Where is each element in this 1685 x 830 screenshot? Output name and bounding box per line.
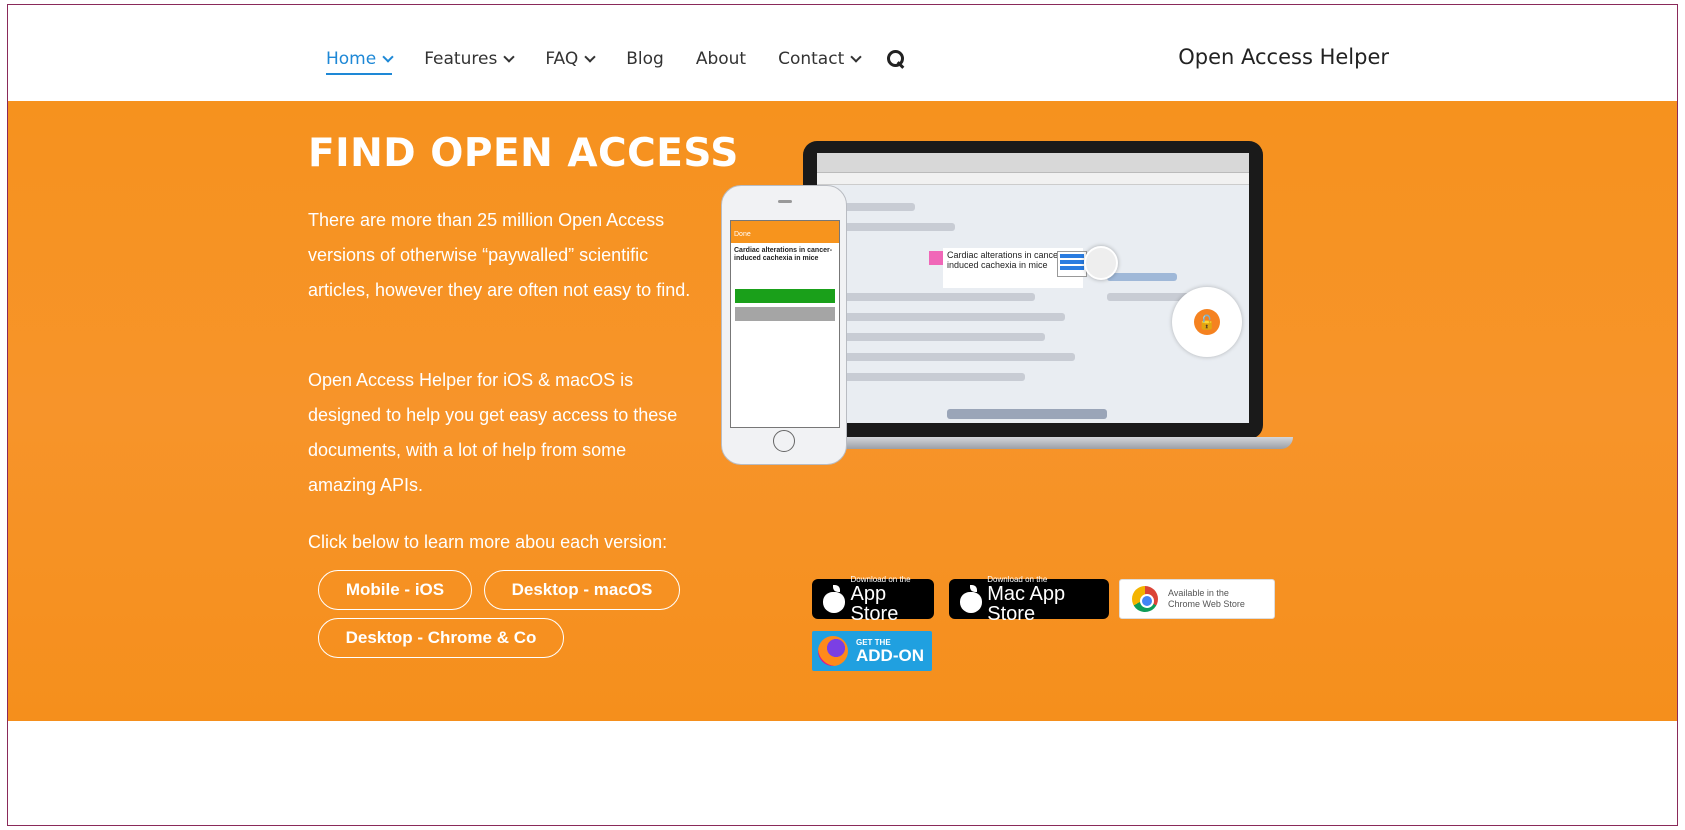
phone-home-button — [773, 430, 795, 452]
nav-contact[interactable]: Contact — [778, 49, 862, 69]
nav-blog[interactable]: Blog — [626, 49, 664, 69]
site-header: Home Features FAQ Blog About Contact Ope… — [8, 5, 1677, 101]
hero-section: FIND OPEN ACCESS There are more than 25 … — [8, 101, 1677, 721]
chevron-down-icon — [382, 50, 394, 63]
apple-icon — [822, 585, 845, 613]
blurred-text — [835, 223, 955, 231]
oa-zoom-circle: 🔓 — [1172, 287, 1242, 357]
main-nav: Home Features FAQ Blog About Contact — [326, 43, 906, 75]
chevron-down-icon — [850, 50, 862, 63]
chevron-down-icon — [503, 50, 515, 63]
chrome-web-store-badge[interactable]: Available in the Chrome Web Store — [1119, 579, 1275, 619]
firefox-icon — [818, 636, 848, 666]
blurred-text — [835, 313, 1065, 321]
mobile-ios-button[interactable]: Mobile - iOS — [318, 570, 472, 610]
phone-screen: Done Cardiac alterations in cancer-induc… — [730, 220, 840, 428]
apple-icon — [959, 585, 983, 613]
phone-open-button — [735, 289, 835, 303]
mac-app-store-badge[interactable]: Download on the Mac App Store — [949, 575, 1109, 624]
site-title[interactable]: Open Access Helper — [1178, 45, 1389, 69]
oa-popup-badge — [1057, 251, 1087, 277]
desktop-chrome-button[interactable]: Desktop - Chrome & Co — [318, 618, 564, 658]
blurred-text — [835, 373, 1025, 381]
phone-citation — [731, 265, 839, 273]
hero-paragraph-description: Open Access Helper for iOS & macOS is de… — [308, 370, 678, 495]
dock — [947, 409, 1107, 419]
phone-mockup-image: Done Cardiac alterations in cancer-induc… — [721, 185, 847, 465]
desktop-macos-button[interactable]: Desktop - macOS — [484, 570, 680, 610]
magnifier-icon — [1084, 246, 1118, 280]
nav-features[interactable]: Features — [424, 49, 515, 69]
phone-oa-note — [731, 273, 839, 281]
browser-bookmarks — [817, 173, 1249, 185]
blurred-text — [835, 293, 1035, 301]
app-store-big: App Store — [850, 582, 899, 625]
chrome-icon — [1132, 586, 1158, 612]
article-title: Cardiac alterations in cancer-induced ca… — [947, 250, 1065, 270]
nav-features-label: Features — [424, 49, 498, 69]
firefox-addon-badge[interactable]: GET THE ADD-ON — [812, 631, 932, 671]
laptop-base — [783, 437, 1293, 449]
mac-app-store-big: Mac App Store — [987, 582, 1066, 625]
blurred-text — [835, 353, 1075, 361]
phone-done-label: Done — [731, 231, 839, 243]
phone-article-title: Cardiac alterations in cancer-induced ca… — [734, 247, 833, 262]
phone-footer-link — [731, 325, 839, 331]
hero-paragraph-cta: Click below to learn more abou each vers… — [308, 532, 668, 552]
nav-faq-label: FAQ — [545, 49, 579, 69]
nav-home[interactable]: Home — [326, 49, 394, 75]
nav-about[interactable]: About — [696, 49, 746, 69]
article-thumbnail — [929, 251, 943, 265]
search-icon[interactable] — [886, 49, 906, 69]
nav-home-label: Home — [326, 49, 377, 69]
nav-blog-label: Blog — [626, 49, 664, 69]
page-frame: Home Features FAQ Blog About Contact Ope… — [7, 4, 1678, 826]
blurred-text — [835, 203, 915, 211]
chevron-down-icon — [584, 50, 596, 63]
laptop-screen: Cardiac alterations in cancer-induced ca… — [817, 153, 1249, 423]
chrome-web-store-small: Available in the — [1168, 588, 1229, 598]
phone-cancel-button — [735, 307, 835, 321]
nav-about-label: About — [695, 49, 747, 69]
firefox-big: ADD-ON — [856, 645, 924, 665]
blurred-sidebar — [1107, 273, 1177, 281]
phone-status-bar — [731, 221, 839, 231]
nav-faq[interactable]: FAQ — [545, 49, 596, 69]
phone-speaker — [778, 200, 792, 203]
nav-contact-label: Contact — [778, 49, 845, 69]
blurred-text — [835, 333, 1045, 341]
hero-paragraph-intro: There are more than 25 million Open Acce… — [308, 210, 691, 300]
chrome-web-store-big: Chrome Web Store — [1168, 599, 1245, 609]
browser-toolbar — [817, 153, 1249, 173]
open-lock-icon: 🔓 — [1194, 309, 1220, 335]
hero-title: FIND OPEN ACCESS — [308, 131, 739, 176]
app-store-badge[interactable]: Download on the App Store — [812, 575, 934, 624]
